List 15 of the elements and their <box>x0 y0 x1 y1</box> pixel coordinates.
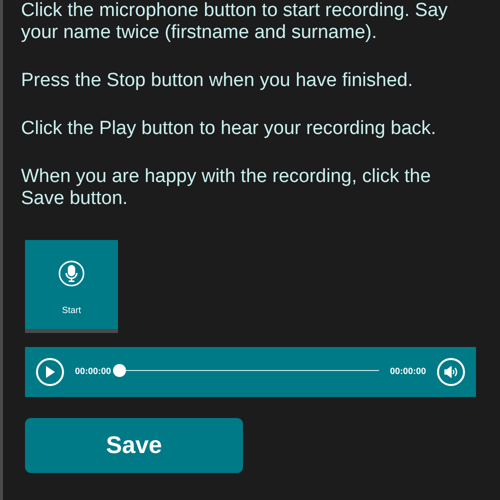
duration-time: 00:00:00 <box>390 365 426 378</box>
elapsed-time: 00:00:00 <box>75 365 112 378</box>
instruction-text: Click the microphone button to start recording. Say your name twice (firstname and surname). <box>21 0 449 44</box>
play-icon <box>45 366 55 378</box>
save-button[interactable]: Save <box>25 418 243 473</box>
record-button[interactable]: Start <box>25 240 118 333</box>
seek-slider[interactable] <box>113 364 379 377</box>
microphone-icon <box>58 260 85 287</box>
play-button[interactable] <box>36 358 64 386</box>
seek-thumb[interactable] <box>113 364 126 377</box>
instruction-text: When you are happy with the recording, click the Save button. <box>21 166 432 210</box>
volume-button[interactable] <box>437 358 465 386</box>
instruction-text: Press the Stop button when you have finished. <box>21 70 414 92</box>
speaker-icon <box>444 366 458 378</box>
instruction-text: Click the Play button to hear your recording back. <box>21 118 438 140</box>
